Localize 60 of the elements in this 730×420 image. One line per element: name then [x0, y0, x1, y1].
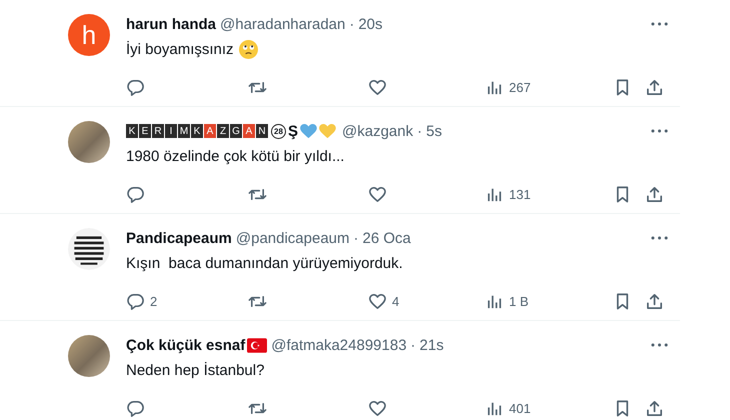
flag-icon	[247, 338, 268, 352]
name-letter-tile: A	[204, 124, 216, 138]
reply-text: 1980 özelinde çok kötü bir yıldı...	[126, 148, 344, 164]
avatar[interactable]: h	[68, 14, 110, 56]
reply-text: Neden hep İstanbul?	[126, 362, 264, 378]
reply-icon	[126, 184, 145, 204]
heart-icon	[368, 78, 387, 96]
share-icon[interactable]	[645, 398, 664, 418]
separator-dot: ·	[417, 122, 422, 140]
name-letter-tile: R	[152, 124, 164, 138]
timestamp[interactable]: 20s	[358, 16, 383, 32]
more-icon[interactable]	[651, 343, 668, 347]
views-button[interactable]: 401	[485, 398, 613, 418]
share-icon[interactable]	[645, 292, 664, 310]
user-name[interactable]: Çok küçük esnaf	[126, 336, 246, 354]
avatar-photo-placeholder[interactable]	[68, 121, 110, 163]
more-icon[interactable]	[651, 22, 668, 26]
more-icon[interactable]	[651, 129, 668, 133]
avatar-logo-icon[interactable]	[68, 228, 110, 270]
avatar-photo-placeholder[interactable]	[68, 335, 110, 377]
timestamp[interactable]: 21s	[420, 336, 444, 354]
name-letter-tile: Z	[217, 124, 229, 138]
views-button[interactable]: 131	[485, 184, 613, 204]
user-handle[interactable]: @haradanharadan	[220, 16, 346, 32]
name-letter-tile: K	[191, 124, 203, 138]
name-letter-tile: M	[178, 124, 190, 138]
emoji-face-icon	[238, 40, 258, 58]
heart-icon	[368, 398, 387, 418]
name-letter-tile: A	[243, 124, 255, 138]
reply-icon	[126, 398, 145, 418]
name-letter: Ş	[288, 122, 298, 140]
timestamp[interactable]: 26 Oca	[362, 230, 411, 246]
separator-dot: ·	[410, 336, 416, 354]
heart-icon	[368, 292, 387, 310]
separator-dot: ·	[349, 16, 354, 32]
name-letter-tile: N	[256, 124, 268, 138]
heart-icon	[368, 184, 387, 204]
timestamp[interactable]: 5s	[426, 122, 442, 140]
reply-icon	[126, 292, 145, 310]
user-handle[interactable]: @pandicapeaum	[236, 230, 350, 246]
reply-text: Kışın baca dumanından yürüyemiyorduk.	[126, 254, 403, 272]
reply-text: İyi boyamışsınız	[126, 40, 234, 58]
user-name[interactable]: harun handa	[126, 16, 216, 32]
user-handle[interactable]: @kazgank	[342, 122, 414, 140]
user-name[interactable]: Pandicapeaum	[126, 230, 232, 246]
more-icon[interactable]	[651, 236, 668, 240]
like-button[interactable]: 4	[368, 292, 485, 310]
reply-button[interactable]: 2	[126, 292, 248, 310]
circled-number: 28	[271, 124, 286, 138]
share-icon[interactable]	[645, 184, 664, 204]
name-letter-tile: I	[165, 124, 177, 138]
name-letter-tile: G	[230, 124, 242, 138]
separator-dot: ·	[354, 230, 359, 246]
views-button[interactable]: 1 B	[485, 292, 613, 310]
user-handle[interactable]: @fatmaka24899183	[271, 336, 407, 354]
reply-icon	[126, 78, 145, 96]
views-button[interactable]: 267	[485, 78, 613, 96]
name-letter-tile: E	[139, 124, 151, 138]
share-icon[interactable]	[645, 78, 664, 96]
name-letter-tile: K	[126, 124, 138, 138]
